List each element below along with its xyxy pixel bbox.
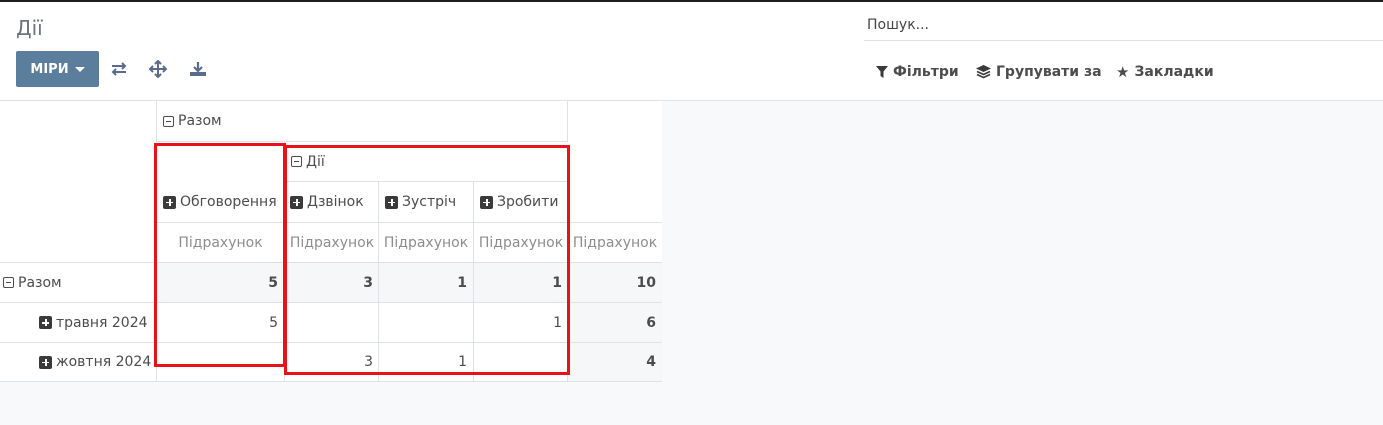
filters-label: Фільтри (893, 64, 959, 80)
download-icon (190, 62, 206, 76)
table-cell[interactable]: 5 (156, 302, 284, 342)
table-cell[interactable]: 6 (567, 302, 662, 342)
download-button[interactable] (187, 58, 209, 80)
flip-axis-button[interactable] (108, 58, 130, 80)
expand-icon (39, 316, 52, 329)
row-header-total[interactable]: Разом (0, 262, 156, 302)
table-cell[interactable] (156, 342, 284, 382)
col-header-total[interactable]: Разом (156, 101, 568, 141)
measure-header[interactable]: Підрахунок (378, 222, 473, 262)
favorites-label: Закладки (1134, 64, 1214, 80)
measures-label: МІРИ (30, 61, 69, 77)
search-input[interactable] (864, 10, 1383, 40)
row-header-label: травня 2024 (56, 314, 148, 331)
table-cell[interactable] (284, 302, 379, 342)
expand-icon (163, 195, 176, 209)
table-cell[interactable]: 1 (378, 342, 473, 382)
expand-icon (480, 195, 493, 209)
col-header-meeting[interactable]: Зустріч (378, 181, 473, 222)
search-box (864, 10, 1383, 41)
collapse-icon (163, 115, 174, 127)
collapse-icon (3, 277, 14, 288)
row-header-may-2024[interactable]: травня 2024 (0, 302, 156, 342)
row-header-label: Разом (18, 274, 62, 291)
expand-icon (39, 355, 52, 369)
table-cell[interactable] (378, 302, 473, 342)
col-header-total-label: Разом (178, 113, 222, 129)
col-header-todo[interactable]: Зробити (473, 181, 568, 222)
table-cell[interactable] (473, 342, 568, 382)
table-cell[interactable]: 3 (284, 342, 379, 382)
table-cell[interactable]: 1 (473, 262, 568, 302)
pivot-corner (0, 101, 156, 262)
table-cell[interactable]: 4 (567, 342, 662, 382)
measure-header[interactable]: Підрахунок (473, 222, 568, 262)
col-header-todo-label: Зробити (497, 194, 559, 210)
measure-header[interactable]: Підрахунок (156, 222, 284, 262)
measures-button[interactable]: МІРИ (16, 51, 99, 87)
col-header-discussion[interactable]: Обговорення (156, 141, 284, 222)
row-header-oct-2024[interactable]: жовтня 2024 (0, 342, 156, 382)
measure-header[interactable]: Підрахунок (567, 222, 662, 262)
table-cell[interactable]: 3 (284, 262, 379, 302)
layers-icon (976, 65, 991, 79)
col-header-call-label: Дзвінок (307, 194, 364, 210)
row-header-label: жовтня 2024 (56, 354, 152, 370)
filter-icon (876, 66, 888, 78)
expand-all-button[interactable] (147, 58, 169, 80)
table-cell[interactable]: 1 (473, 302, 568, 342)
table-cell[interactable]: 10 (567, 262, 662, 302)
page-title: Дії (16, 16, 43, 40)
group-by-button[interactable]: Групувати за (976, 62, 1102, 82)
expand-icon (290, 195, 303, 209)
collapse-icon (291, 156, 302, 167)
filters-button[interactable]: Фільтри (876, 62, 959, 82)
col-header-actions-label: Дії (306, 153, 325, 170)
expand-icon (385, 195, 398, 209)
favorites-button[interactable]: ★ Закладки (1116, 62, 1214, 82)
col-header-meeting-label: Зустріч (402, 194, 457, 210)
expand-all-icon (149, 60, 167, 78)
star-icon: ★ (1116, 62, 1130, 81)
flip-axis-icon (111, 62, 127, 76)
table-cell[interactable]: 1 (378, 262, 473, 302)
table-cell[interactable]: 5 (156, 262, 284, 302)
col-header-discussion-label: Обговорення (180, 194, 277, 210)
pivot-table: Разом Обговорення Дії Дзвінок Зустріч Зр… (0, 101, 662, 382)
caret-down-icon (74, 66, 85, 72)
col-header-total-spacer (567, 101, 662, 222)
measure-header[interactable]: Підрахунок (284, 222, 379, 262)
col-header-actions[interactable]: Дії (284, 141, 568, 181)
group-by-label: Групувати за (996, 64, 1102, 80)
control-panel: Дії МІРИ Фільтри Групувати (0, 2, 1383, 101)
col-header-call[interactable]: Дзвінок (284, 181, 379, 222)
